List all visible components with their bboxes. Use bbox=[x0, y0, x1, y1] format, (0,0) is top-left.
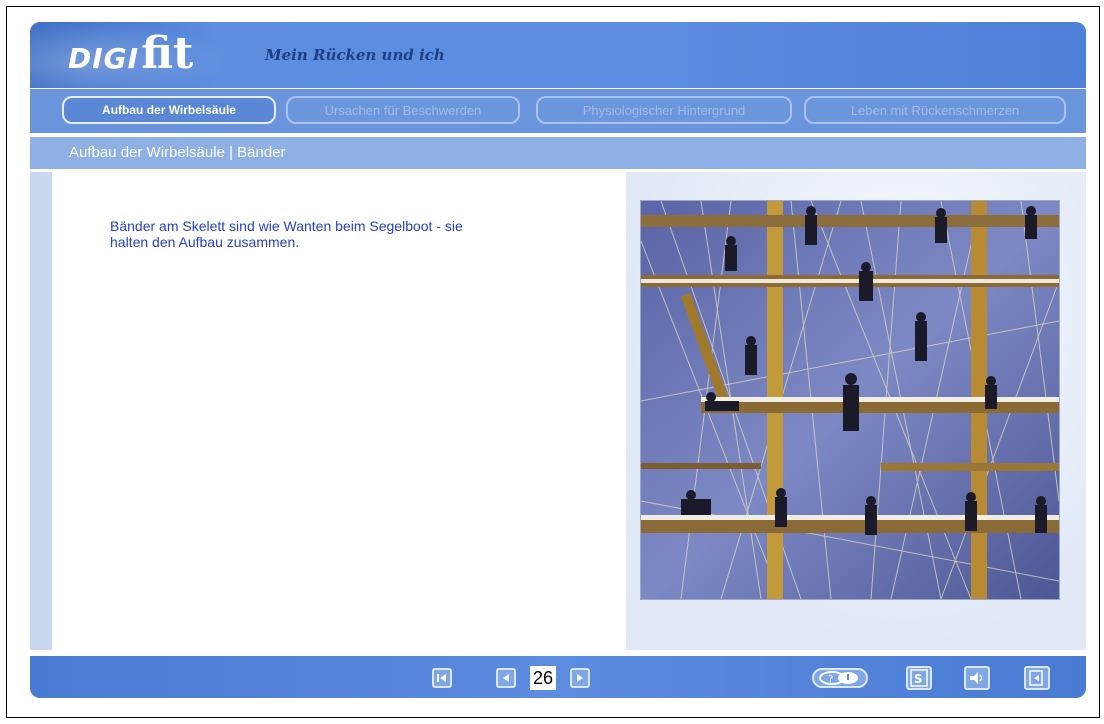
header-bar: DIGI fit Mein Rücken und ich bbox=[30, 22, 1086, 88]
breadcrumb: Aufbau der Wirbelsäule | Bänder bbox=[69, 144, 286, 161]
footer-bar: 26 ? S bbox=[30, 656, 1086, 698]
tab-bar: Aufbau der Wirbelsäule Ursachen für Besc… bbox=[30, 89, 1086, 133]
image-panel bbox=[626, 172, 1086, 650]
svg-text:?: ? bbox=[828, 674, 833, 685]
exit-icon[interactable] bbox=[1024, 666, 1050, 690]
app-subtitle: Mein Rücken und ich bbox=[265, 46, 445, 64]
logo-digi-text: DIGI bbox=[68, 42, 140, 75]
first-page-icon[interactable] bbox=[432, 668, 452, 688]
content-area: Bänder am Skelett sind wie Wanten beim S… bbox=[30, 172, 1086, 650]
svg-text:S: S bbox=[914, 672, 923, 686]
text-panel: Bänder am Skelett sind wie Wanten beim S… bbox=[52, 172, 626, 650]
sailing-ship-rigging-photo bbox=[640, 200, 1060, 600]
tab-aufbau-der-wirbelsaeule[interactable]: Aufbau der Wirbelsäule bbox=[62, 96, 276, 124]
tab-physiologischer-hintergrund[interactable]: Physiologischer Hintergrund bbox=[536, 96, 792, 124]
tab-ursachen-fuer-beschwerden[interactable]: Ursachen für Beschwerden bbox=[286, 96, 520, 124]
breadcrumb-bar: Aufbau der Wirbelsäule | Bänder bbox=[30, 137, 1086, 169]
digifit-logo: DIGI fit bbox=[68, 28, 194, 80]
page-number: 26 bbox=[530, 666, 556, 690]
tab-leben-mit-rueckenschmerzen[interactable]: Leben mit Rückenschmerzen bbox=[804, 96, 1066, 124]
help-icon[interactable]: ? bbox=[812, 668, 868, 688]
logo-fit-text: fit bbox=[141, 28, 194, 79]
left-decor-strip bbox=[30, 172, 52, 650]
sound-icon[interactable] bbox=[964, 666, 990, 690]
previous-page-icon[interactable] bbox=[496, 668, 516, 688]
next-page-icon[interactable] bbox=[570, 668, 590, 688]
script-icon[interactable]: S bbox=[906, 666, 932, 690]
lesson-text: Bänder am Skelett sind wie Wanten beim S… bbox=[110, 218, 463, 250]
